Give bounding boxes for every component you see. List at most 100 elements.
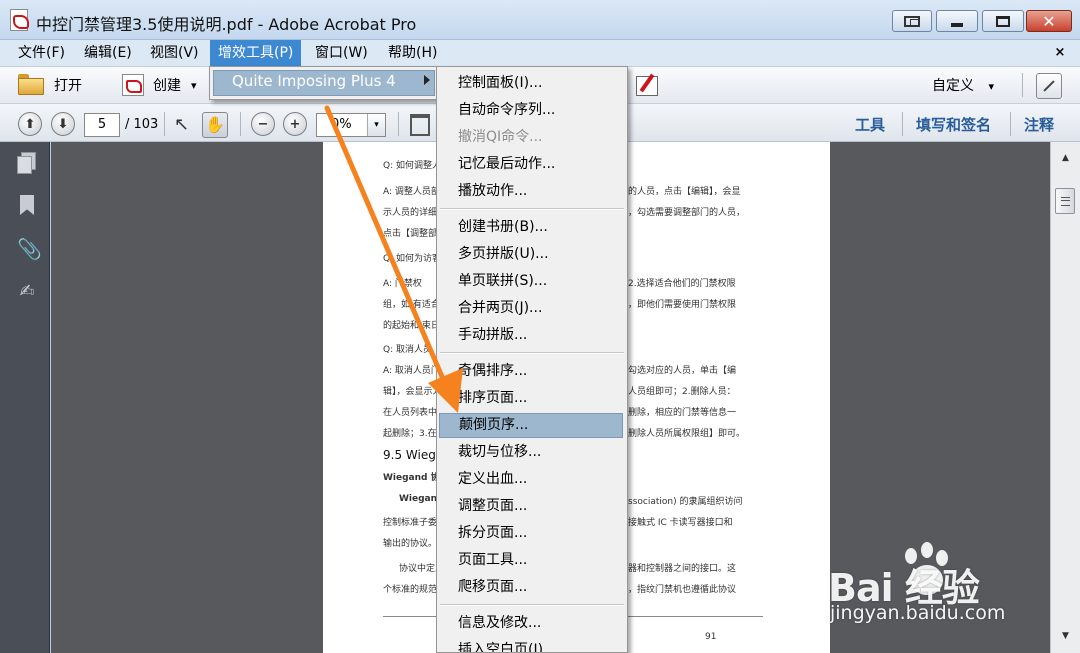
- pages-icon[interactable]: [17, 152, 37, 174]
- menu-separator: [440, 352, 624, 354]
- navigation-pane: 📎 ✍: [0, 142, 50, 653]
- zoom-level-input[interactable]: 0% ▾: [316, 113, 386, 137]
- doc-line: 人员组即可；2.删除人员：: [628, 387, 736, 397]
- restore-app-button[interactable]: [892, 10, 932, 32]
- doc-line: Q: 如何调整人: [383, 161, 441, 171]
- tools-pane-link[interactable]: 工具: [855, 113, 885, 137]
- doc-line: 组，如 有适合: [383, 300, 440, 310]
- hand-tool-icon[interactable]: ✋: [202, 112, 228, 138]
- doc-line: 删除人员所属权限组】即可。: [628, 429, 746, 439]
- menu-item-manual-impose[interactable]: 手动拼版...: [437, 323, 627, 348]
- menu-view[interactable]: 视图(V): [142, 40, 207, 66]
- minus-icon: −: [257, 116, 269, 132]
- fill-sign-pane-link[interactable]: 填写和签名: [916, 113, 991, 137]
- menu-help[interactable]: 帮助(H): [380, 40, 445, 66]
- doc-line: 2.选择适合他们的门禁权限: [628, 279, 736, 289]
- close-button[interactable]: ✕: [1026, 10, 1072, 32]
- menu-item-create-booklet[interactable]: 创建书册(B)...: [437, 215, 627, 240]
- arrow-up-icon: ⬆: [24, 116, 36, 132]
- divider: [1022, 73, 1023, 97]
- menu-item-creep[interactable]: 爬移页面...: [437, 575, 627, 600]
- menu-item-remember-last[interactable]: 记忆最后动作...: [437, 152, 627, 177]
- divider: [240, 112, 241, 136]
- customize-label: 自定义: [932, 78, 974, 94]
- minimize-icon: [951, 23, 963, 27]
- customize-button[interactable]: 自定义 ▾: [932, 73, 994, 99]
- vertical-scrollbar[interactable]: ▲ ▼: [1050, 142, 1080, 653]
- divider: [1010, 112, 1011, 136]
- scroll-thumb[interactable]: [1055, 188, 1075, 214]
- minimize-button[interactable]: [936, 10, 978, 32]
- menu-item-split-pages[interactable]: 拆分页面...: [437, 521, 627, 546]
- close-document-icon[interactable]: ×: [1050, 40, 1070, 66]
- select-tool-icon[interactable]: ↖: [174, 114, 194, 136]
- create-button[interactable]: 创建: [153, 73, 181, 99]
- menu-item-quite-imposing-label: Quite Imposing Plus 4: [232, 72, 396, 90]
- plugins-menu: Quite Imposing Plus 4: [209, 66, 439, 100]
- menu-item-step-repeat[interactable]: 单页联拼(S)...: [437, 269, 627, 294]
- create-pdf-icon[interactable]: [122, 74, 144, 96]
- doc-line: 器和控制器之间的接口。这: [628, 564, 737, 574]
- menu-item-merge-two[interactable]: 合并两页(J)...: [437, 296, 627, 321]
- next-page-button[interactable]: ⬇: [51, 112, 75, 136]
- doc-line: ssociation) 的隶属组织访问: [628, 497, 743, 507]
- submenu-arrow-icon: [424, 75, 430, 85]
- zoom-in-button[interactable]: +: [283, 112, 307, 136]
- menu-item-play-action[interactable]: 播放动作...: [437, 179, 627, 204]
- doc-line: 的人员，点击【编辑】，会显: [628, 187, 741, 197]
- scroll-down-icon[interactable]: ▼: [1051, 626, 1080, 646]
- menu-item-sort-pages[interactable]: 排序页面...: [437, 386, 627, 411]
- watermark-url: jingyan.baidu.com: [830, 602, 1006, 624]
- close-icon: ✕: [1042, 11, 1056, 31]
- scroll-up-icon[interactable]: ▲: [1051, 148, 1080, 168]
- attachment-icon[interactable]: 📎: [17, 238, 42, 260]
- doc-line: Q: 如何为访客: [383, 254, 441, 264]
- doc-line: 输出的协议。: [383, 539, 438, 549]
- previous-page-button[interactable]: ⬆: [18, 112, 42, 136]
- quite-imposing-menu: 控制面板(I)... 自动命令序列... 撤消QI命令... 记忆最后动作...…: [436, 66, 628, 653]
- divider: [164, 112, 165, 136]
- menu-file[interactable]: 文件(F): [10, 40, 73, 66]
- create-dropdown-icon[interactable]: ▾: [191, 73, 197, 99]
- maximize-icon: [996, 15, 1010, 27]
- menu-window[interactable]: 窗口(W): [307, 40, 376, 66]
- doc-line: A: 取消人员门: [383, 366, 440, 376]
- fit-page-icon[interactable]: [410, 114, 430, 136]
- menu-item-trim-shift[interactable]: 裁切与位移...: [437, 440, 627, 465]
- page-total: / 103: [125, 117, 159, 132]
- menu-item-auto-sequence[interactable]: 自动命令序列...: [437, 98, 627, 123]
- arrow-down-icon: ⬇: [57, 116, 69, 132]
- page-number: 91: [705, 632, 717, 642]
- menu-item-undo-qi: 撤消QI命令...: [458, 129, 543, 145]
- open-button[interactable]: 打开: [54, 73, 82, 99]
- menu-item-odd-even-sort[interactable]: 奇偶排序...: [437, 359, 627, 384]
- menu-item-n-up[interactable]: 多页拼版(U)...: [437, 242, 627, 267]
- doc-line: ，指纹门禁机也遵循此协议: [628, 585, 737, 595]
- doc-line: 勾选对应的人员，单击【编: [628, 366, 737, 376]
- comment-pane-link[interactable]: 注释: [1024, 113, 1054, 137]
- menu-item-insert-blank[interactable]: 插入空白页(I)...: [437, 638, 627, 652]
- doc-line: 删除，相应的门禁等信息一: [628, 408, 737, 418]
- menu-item-define-bleed[interactable]: 定义出血...: [437, 467, 627, 492]
- doc-line: ，勾选需要调整部门的人员，: [628, 208, 746, 218]
- menu-item-reverse-pages[interactable]: 颠倒页序...: [439, 413, 623, 438]
- menu-item-info-modify[interactable]: 信息及修改...: [437, 611, 627, 636]
- menu-item-page-tools[interactable]: 页面工具...: [437, 548, 627, 573]
- bookmark-icon[interactable]: [17, 195, 37, 217]
- menu-item-control-panel[interactable]: 控制面板(I)...: [437, 71, 627, 96]
- maximize-button[interactable]: [982, 10, 1024, 32]
- signature-icon[interactable]: ✍: [17, 281, 37, 303]
- divider: [398, 112, 399, 136]
- title-bar: 中控门禁管理3.5使用说明.pdf - Adobe Acrobat Pro ✕: [0, 0, 1080, 40]
- zoom-dropdown-icon[interactable]: ▾: [367, 114, 385, 136]
- menu-bar: 文件(F) 编辑(E) 视图(V) 增效工具(P) 窗口(W) 帮助(H) ×: [0, 40, 1080, 66]
- menu-separator: [440, 208, 624, 210]
- page-number-input[interactable]: 5: [84, 113, 120, 137]
- folder-open-icon[interactable]: [18, 74, 44, 95]
- menu-plugins[interactable]: 增效工具(P): [210, 40, 302, 66]
- menu-edit[interactable]: 编辑(E): [76, 40, 140, 66]
- menu-item-adjust-pages[interactable]: 调整页面...: [437, 494, 627, 519]
- zoom-out-button[interactable]: −: [251, 112, 275, 136]
- full-screen-button[interactable]: [1036, 73, 1062, 99]
- sign-icon[interactable]: [636, 76, 658, 96]
